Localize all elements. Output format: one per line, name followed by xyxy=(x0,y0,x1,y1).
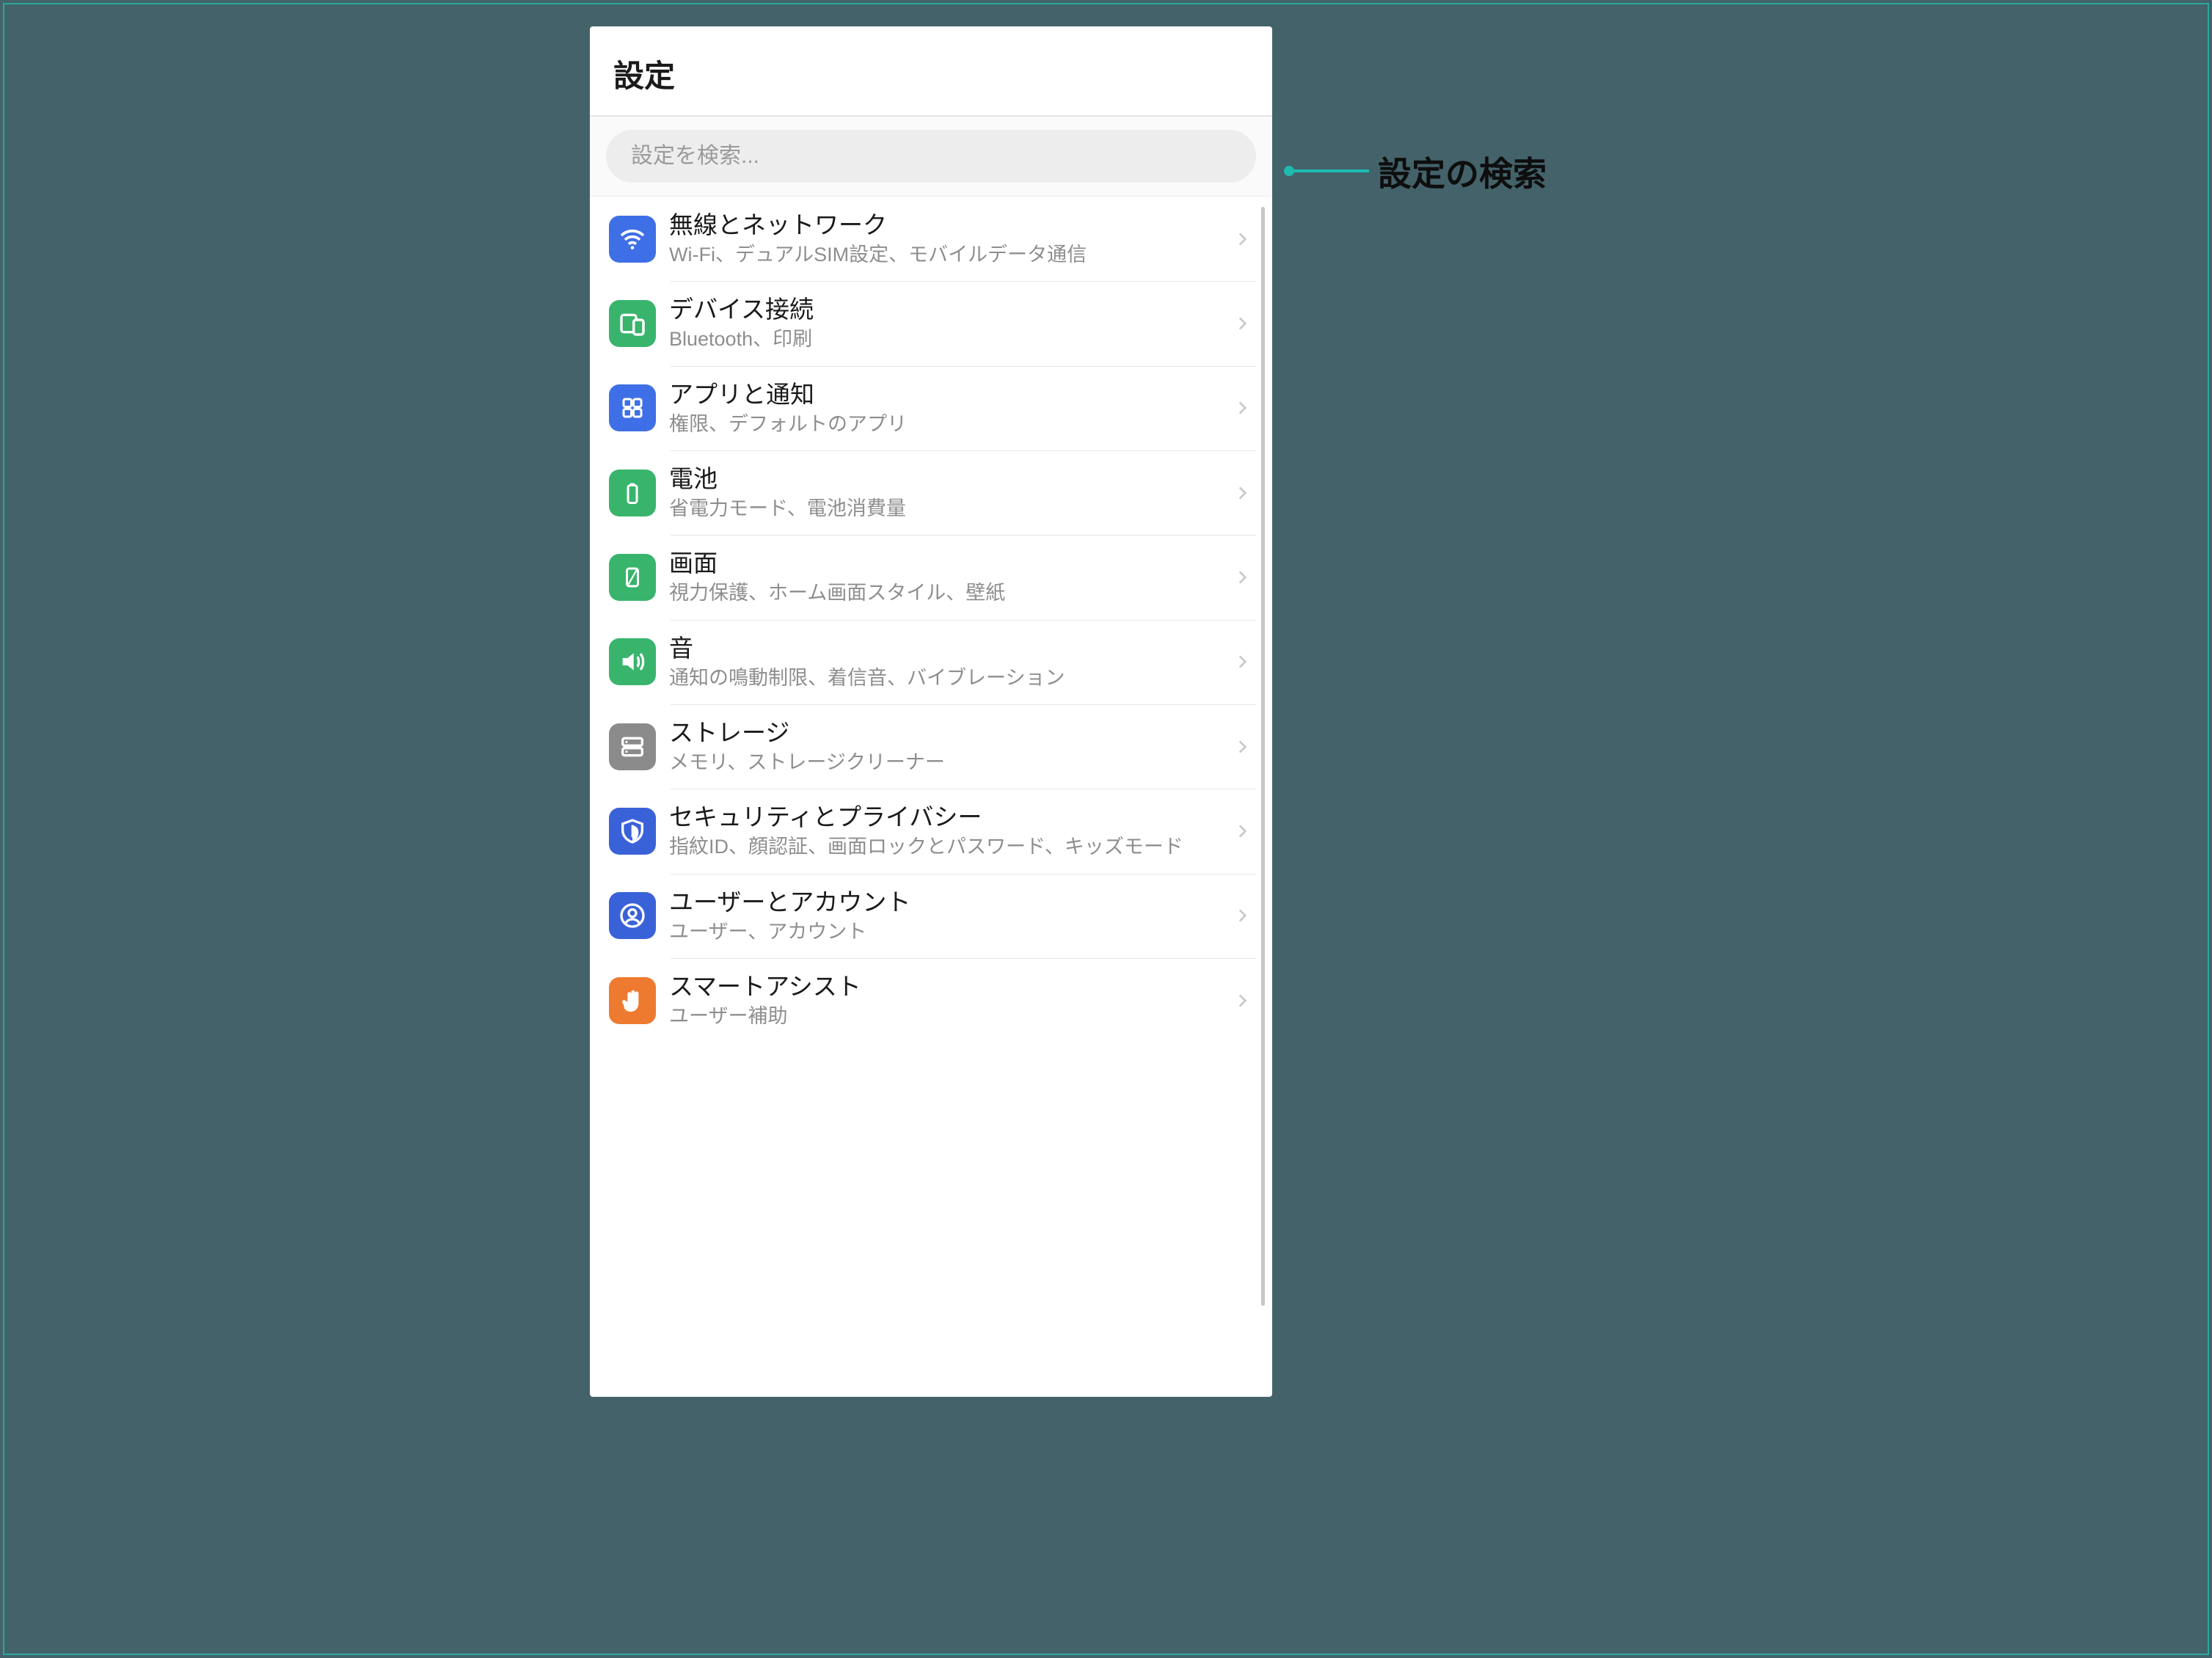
page-title: 設定 xyxy=(613,51,1249,96)
row-subtitle: メモリ、ストレージクリーナー xyxy=(669,749,1219,775)
row-battery[interactable]: 電池 省電力モード、電池消費量 xyxy=(590,450,1256,535)
row-subtitle: Wi-Fi、デュアルSIM設定、モバイルデータ通信 xyxy=(669,241,1219,268)
chevron-right-icon xyxy=(1233,652,1252,671)
row-security-privacy[interactable]: セキュリティとプライバシー 指紋ID、顔認証、画面ロックとパスワード、キッズモー… xyxy=(590,789,1256,873)
chevron-right-icon xyxy=(1233,991,1252,1010)
devices-icon xyxy=(609,300,656,347)
scrollbar[interactable] xyxy=(1261,207,1265,1306)
user-icon xyxy=(609,892,656,939)
chevron-right-icon xyxy=(1233,822,1252,841)
header: 設定 xyxy=(590,26,1272,117)
row-body: スマートアシスト ユーザー補助 xyxy=(669,971,1219,1029)
search-bar xyxy=(590,117,1272,197)
chevron-right-icon xyxy=(1233,737,1252,756)
wifi-icon xyxy=(609,216,656,263)
callout-label: 設定の検索 xyxy=(1378,147,1547,196)
shield-icon xyxy=(609,808,656,855)
row-title: セキュリティとプライバシー xyxy=(669,802,1219,833)
settings-list: 無線とネットワーク Wi-Fi、デュアルSIM設定、モバイルデータ通信 デバイス… xyxy=(590,197,1256,1042)
chevron-right-icon xyxy=(1233,398,1252,417)
row-body: ストレージ メモリ、ストレージクリーナー xyxy=(669,717,1219,775)
row-subtitle: 省電力モード、電池消費量 xyxy=(669,495,1219,522)
row-device-connection[interactable]: デバイス接続 Bluetooth、印刷 xyxy=(590,281,1256,365)
apps-icon xyxy=(609,384,656,431)
row-body: ユーザーとアカウント ユーザー、アカウント xyxy=(669,887,1219,945)
storage-icon xyxy=(609,723,656,770)
row-title: 画面 xyxy=(669,548,1219,580)
row-wireless[interactable]: 無線とネットワーク Wi-Fi、デュアルSIM設定、モバイルデータ通信 xyxy=(590,197,1256,281)
row-title: ユーザーとアカウント xyxy=(669,887,1219,919)
row-body: 電池 省電力モード、電池消費量 xyxy=(669,464,1219,522)
row-title: デバイス接続 xyxy=(669,294,1219,326)
settings-screen: 設定 無線とネットワーク Wi-Fi、デュアルSIM設定、モバイルデータ通信 xyxy=(590,26,1272,1397)
chevron-right-icon xyxy=(1233,568,1252,587)
chevron-right-icon xyxy=(1233,230,1252,249)
row-smart-assist[interactable]: スマートアシスト ユーザー補助 xyxy=(590,958,1256,1042)
row-body: 音 通知の鳴動制限、着信音、バイブレーション xyxy=(669,633,1219,691)
row-title: スマートアシスト xyxy=(669,971,1219,1003)
row-storage[interactable]: ストレージ メモリ、ストレージクリーナー xyxy=(590,704,1256,789)
row-body: セキュリティとプライバシー 指紋ID、顔認証、画面ロックとパスワード、キッズモー… xyxy=(669,802,1219,860)
row-body: 画面 視力保護、ホーム画面スタイル、壁紙 xyxy=(669,548,1219,606)
battery-icon xyxy=(609,470,656,516)
chevron-right-icon xyxy=(1233,906,1252,925)
row-title: アプリと通知 xyxy=(669,379,1219,411)
row-subtitle: ユーザー、アカウント xyxy=(669,919,1219,945)
row-users-accounts[interactable]: ユーザーとアカウント ユーザー、アカウント xyxy=(590,874,1256,958)
row-subtitle: 指紋ID、顔認証、画面ロックとパスワード、キッズモード xyxy=(669,833,1219,860)
display-icon xyxy=(609,554,656,601)
row-body: アプリと通知 権限、デフォルトのアプリ xyxy=(669,379,1219,437)
row-title: 音 xyxy=(669,633,1219,665)
row-title: 無線とネットワーク xyxy=(669,210,1219,241)
sound-icon xyxy=(609,638,656,685)
settings-scroll: 無線とネットワーク Wi-Fi、デュアルSIM設定、モバイルデータ通信 デバイス… xyxy=(590,197,1272,1397)
row-body: デバイス接続 Bluetooth、印刷 xyxy=(669,294,1219,352)
callout-leader-line xyxy=(1288,169,1369,172)
row-subtitle: 視力保護、ホーム画面スタイル、壁紙 xyxy=(669,580,1219,606)
row-title: ストレージ xyxy=(669,717,1219,749)
hand-icon xyxy=(609,977,656,1024)
row-apps-notifications[interactable]: アプリと通知 権限、デフォルトのアプリ xyxy=(590,366,1256,450)
row-body: 無線とネットワーク Wi-Fi、デュアルSIM設定、モバイルデータ通信 xyxy=(669,210,1219,268)
row-sound[interactable]: 音 通知の鳴動制限、着信音、バイブレーション xyxy=(590,620,1256,704)
row-subtitle: Bluetooth、印刷 xyxy=(669,326,1219,352)
row-subtitle: 権限、デフォルトのアプリ xyxy=(669,411,1219,437)
row-display[interactable]: 画面 視力保護、ホーム画面スタイル、壁紙 xyxy=(590,535,1256,619)
stage: 設定 無線とネットワーク Wi-Fi、デュアルSIM設定、モバイルデータ通信 xyxy=(3,3,2209,1655)
chevron-right-icon xyxy=(1233,483,1252,503)
row-subtitle: ユーザー補助 xyxy=(669,1003,1219,1029)
row-subtitle: 通知の鳴動制限、着信音、バイブレーション xyxy=(669,665,1219,691)
chevron-right-icon xyxy=(1233,314,1252,333)
row-title: 電池 xyxy=(669,464,1219,495)
search-input[interactable] xyxy=(606,130,1256,183)
